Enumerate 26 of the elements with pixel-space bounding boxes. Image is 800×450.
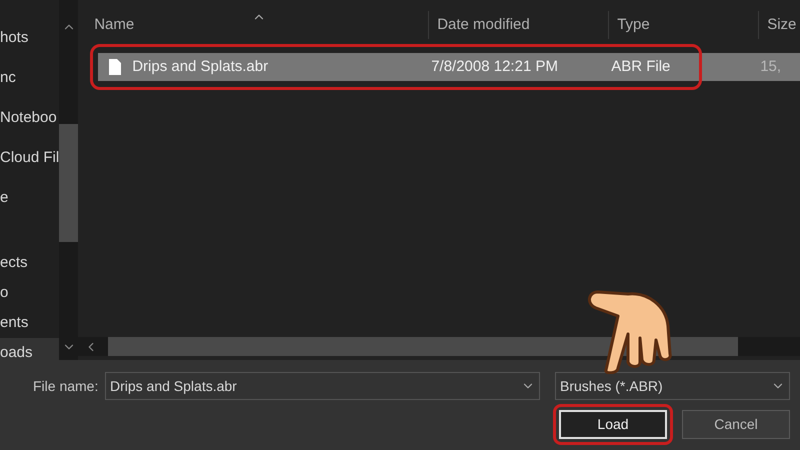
file-row[interactable]: Drips and Splats.abr 7/8/2008 12:21 PM ABR File 15, [98, 53, 800, 81]
sidebar-item[interactable]: o [0, 278, 60, 308]
sidebar-item[interactable]: ents [0, 308, 60, 338]
vertical-scrollbar[interactable] [59, 0, 78, 360]
sidebar-item[interactable]: Noteboo [0, 98, 60, 138]
column-header[interactable]: Date modified [428, 11, 608, 39]
date-cell-text: 7/8/2008 12:21 PM [430, 56, 559, 77]
file-name-field[interactable]: Drips and Splats.abr [105, 372, 540, 400]
sidebar-item[interactable]: ects [0, 248, 60, 278]
file-icon [108, 58, 122, 76]
cancel-button[interactable]: Cancel [682, 410, 790, 439]
type-cell-text: ABR File [610, 56, 672, 77]
column-header[interactable]: Name [86, 11, 428, 39]
scrollbar-thumb[interactable] [59, 124, 78, 242]
sidebar-item[interactable]: e [0, 178, 60, 218]
file-name: Drips and Splats.abr [132, 56, 268, 77]
size-cell-text: 15, [759, 56, 782, 77]
sidebar-item[interactable]: Cloud Fil [0, 138, 60, 178]
sidebar-item[interactable]: hots [0, 18, 60, 58]
column-header[interactable]: Type [608, 11, 758, 39]
file-type-dropdown[interactable]: Brushes (*.ABR) [555, 372, 790, 400]
load-button[interactable]: Load [559, 410, 667, 439]
sidebar-item[interactable]: nc [0, 58, 60, 98]
file-name-label: File name: [33, 376, 100, 396]
sidebar-item[interactable]: oads [0, 338, 60, 360]
column-header[interactable]: Size [758, 11, 800, 39]
